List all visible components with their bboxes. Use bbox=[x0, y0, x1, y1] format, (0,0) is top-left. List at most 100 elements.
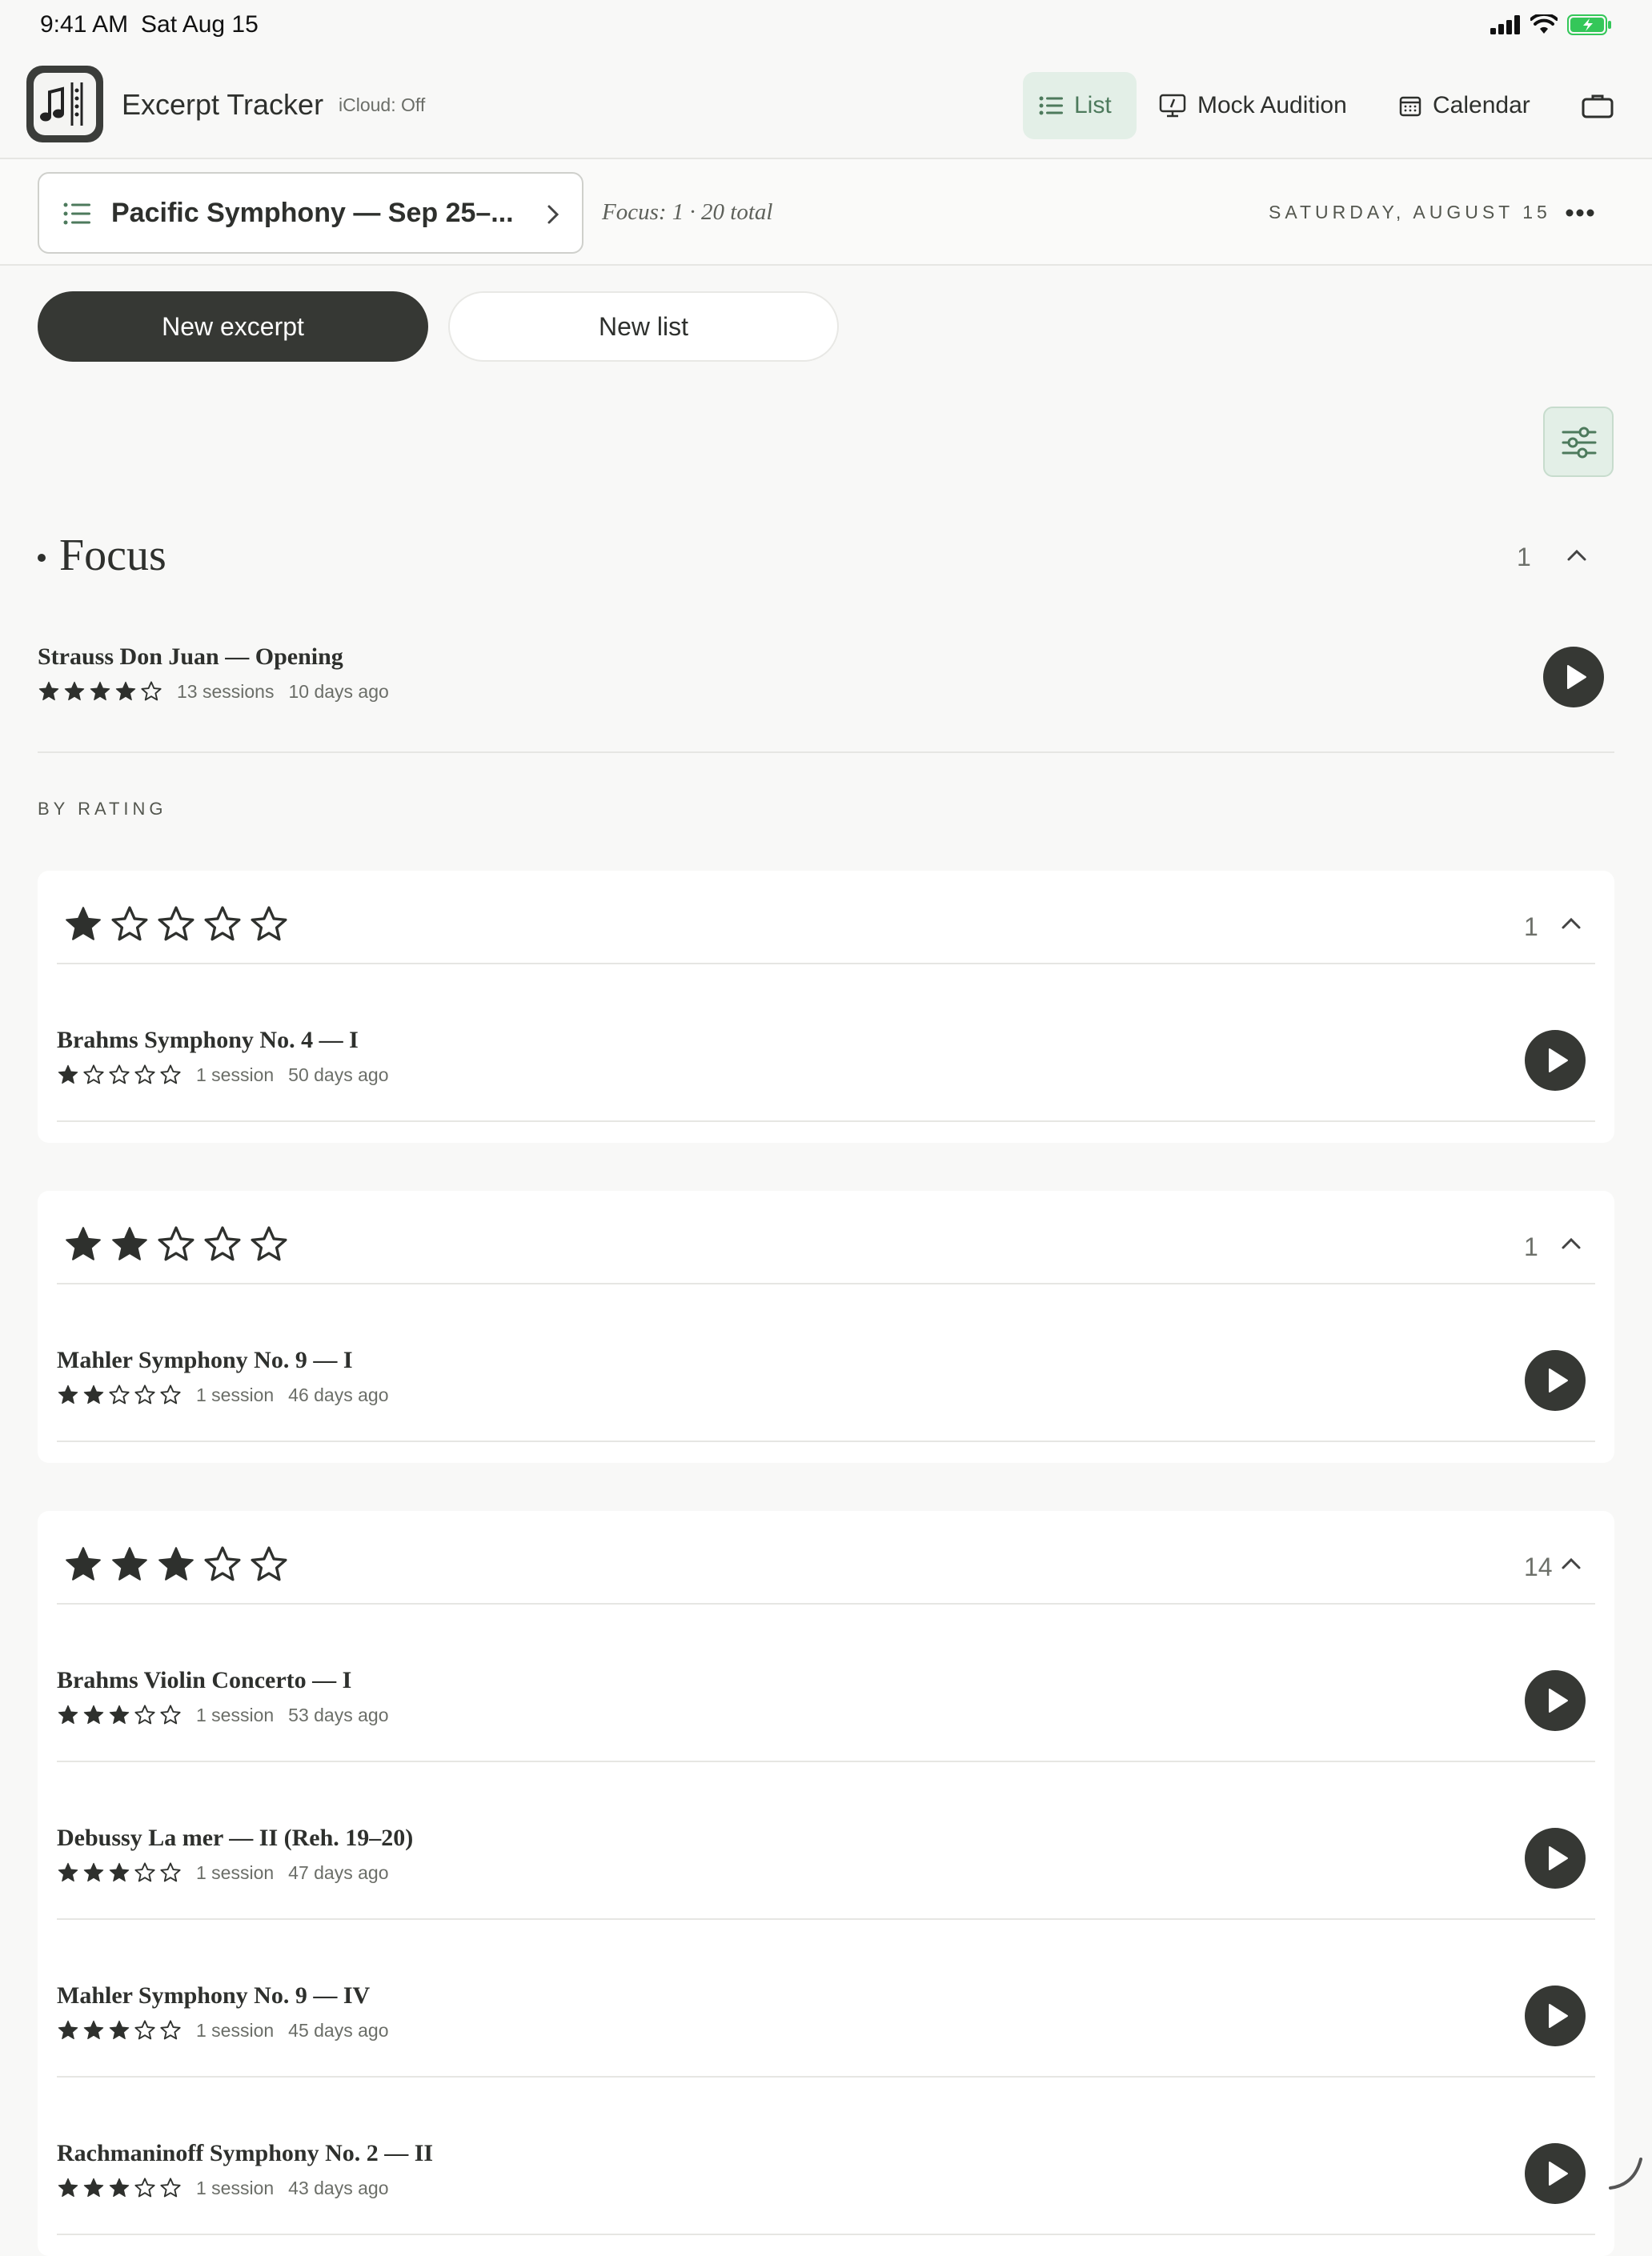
play-button[interactable] bbox=[1543, 647, 1604, 707]
section-divider bbox=[38, 751, 1614, 753]
play-button[interactable] bbox=[1525, 1350, 1586, 1411]
row-divider bbox=[57, 2076, 1595, 2078]
excerpt-title[interactable]: Mahler Symphony No. 9 — IV bbox=[57, 1982, 370, 2010]
status-bar: 9:41 AM Sat Aug 15 bbox=[0, 0, 1652, 50]
last-practiced: 46 days ago bbox=[288, 1384, 389, 1405]
tab-list-label: List bbox=[1074, 92, 1112, 118]
rating-stars bbox=[38, 680, 162, 703]
app-icon bbox=[26, 66, 103, 142]
star-empty-icon bbox=[109, 1384, 130, 1404]
status-indicators bbox=[1490, 14, 1612, 35]
tab-mock-audition[interactable]: Mock Audition bbox=[1159, 72, 1347, 139]
new-list-button[interactable]: New list bbox=[448, 291, 839, 362]
group-header-divider bbox=[57, 1283, 1595, 1284]
chevron-right-icon bbox=[547, 205, 559, 224]
play-button[interactable] bbox=[1525, 1030, 1586, 1091]
star-filled-icon bbox=[58, 1705, 78, 1725]
last-practiced: 43 days ago bbox=[288, 2177, 389, 2198]
row-divider bbox=[57, 1120, 1595, 1122]
rating-stars bbox=[57, 1384, 182, 1406]
star-empty-icon bbox=[251, 1546, 287, 1581]
star-empty-icon bbox=[134, 1862, 155, 1882]
play-button[interactable] bbox=[1525, 1670, 1586, 1731]
group-count: 14 bbox=[1524, 1553, 1553, 1581]
last-practiced: 53 days ago bbox=[288, 1704, 389, 1725]
rating-stars bbox=[57, 1861, 182, 1884]
group-rating-stars bbox=[63, 904, 289, 944]
excerpt-title[interactable]: Brahms Symphony No. 4 — I bbox=[57, 1027, 359, 1054]
icloud-status: iCloud: Off bbox=[339, 94, 426, 115]
resize-handle-icon bbox=[1609, 2158, 1642, 2190]
star-filled-icon bbox=[58, 1384, 78, 1404]
excerpt-meta: 1 session 46 days ago bbox=[57, 1384, 389, 1406]
status-time: 9:41 AM bbox=[40, 11, 129, 38]
play-button[interactable] bbox=[1525, 1828, 1586, 1889]
battery-charging-icon bbox=[1567, 14, 1611, 35]
last-practiced: 45 days ago bbox=[288, 2019, 389, 2041]
excerpt-title[interactable]: Brahms Violin Concerto — I bbox=[57, 1667, 351, 1694]
row-divider bbox=[57, 1761, 1595, 1762]
star-filled-icon bbox=[83, 1384, 104, 1404]
play-icon bbox=[1549, 1368, 1568, 1392]
row-divider bbox=[57, 1441, 1595, 1442]
star-empty-icon bbox=[251, 906, 287, 941]
list-toolbar: Pacific Symphony — Sep 25–... Focus: 1 ·… bbox=[0, 159, 1652, 266]
cellular-icon bbox=[1490, 15, 1520, 34]
star-empty-icon bbox=[134, 1384, 155, 1404]
tab-calendar-label: Calendar bbox=[1433, 92, 1530, 118]
star-filled-icon bbox=[109, 1705, 130, 1725]
session-count: 1 session bbox=[196, 1861, 275, 1883]
session-count: 13 sessions bbox=[177, 680, 275, 702]
star-empty-icon bbox=[111, 906, 148, 941]
group-count: 1 bbox=[1524, 912, 1538, 941]
play-button[interactable] bbox=[1525, 2143, 1586, 2204]
briefcase-icon bbox=[1582, 94, 1614, 118]
tab-calendar[interactable]: Calendar bbox=[1399, 72, 1530, 139]
focus-count: 1 bbox=[1517, 543, 1531, 571]
star-filled-icon bbox=[83, 2020, 104, 2040]
star-filled-icon bbox=[109, 1862, 130, 1882]
filter-button[interactable] bbox=[1543, 407, 1614, 477]
last-practiced: 50 days ago bbox=[288, 1064, 389, 1085]
chevron-up-icon[interactable] bbox=[1561, 1237, 1582, 1250]
star-filled-icon bbox=[90, 681, 110, 701]
star-empty-icon bbox=[109, 1064, 130, 1084]
session-count: 1 session bbox=[196, 2019, 275, 2041]
group-header-divider bbox=[57, 963, 1595, 964]
group-rating-stars bbox=[63, 1224, 289, 1264]
rating-group-card: 1 Mahler Symphony No. 9 — I 1 session 46 da… bbox=[38, 1191, 1614, 1463]
more-icon[interactable] bbox=[1566, 209, 1594, 217]
excerpt-title[interactable]: Rachmaninoff Symphony No. 2 — II bbox=[57, 2140, 433, 2167]
row-divider bbox=[57, 1918, 1595, 1920]
star-empty-icon bbox=[134, 1705, 155, 1725]
star-empty-icon bbox=[204, 1226, 241, 1261]
new-excerpt-button[interactable]: New excerpt bbox=[38, 291, 428, 362]
star-empty-icon bbox=[158, 1226, 194, 1261]
excerpt-title[interactable]: Mahler Symphony No. 9 — I bbox=[57, 1347, 353, 1374]
star-empty-icon bbox=[134, 2178, 155, 2198]
chevron-up-icon[interactable] bbox=[1561, 917, 1582, 930]
group-count: 1 bbox=[1524, 1232, 1538, 1261]
tab-list[interactable]: List bbox=[1023, 72, 1137, 139]
star-filled-icon bbox=[112, 1227, 147, 1260]
excerpt-meta: 1 session 45 days ago bbox=[57, 2019, 389, 2042]
list-picker-button[interactable]: Pacific Symphony — Sep 25–... bbox=[38, 172, 583, 254]
star-filled-icon bbox=[58, 2020, 78, 2040]
star-filled-icon bbox=[158, 1547, 194, 1581]
chevron-up-icon[interactable] bbox=[1561, 1557, 1582, 1570]
music-note-icon bbox=[40, 82, 83, 126]
excerpt-meta: 1 session 47 days ago bbox=[57, 1861, 389, 1884]
star-filled-icon bbox=[109, 2020, 130, 2040]
excerpt-meta: 1 session 43 days ago bbox=[57, 2177, 389, 2199]
play-button[interactable] bbox=[1525, 1986, 1586, 2046]
excerpt-title[interactable]: Debussy La mer — II (Reh. 19–20) bbox=[57, 1825, 413, 1852]
star-empty-icon bbox=[134, 2020, 155, 2040]
star-empty-icon bbox=[160, 1705, 181, 1725]
briefcase-button[interactable] bbox=[1582, 72, 1614, 139]
chevron-up-icon[interactable] bbox=[1566, 549, 1587, 562]
focus-bullet bbox=[38, 554, 46, 562]
excerpt-title[interactable]: Strauss Don Juan — Opening bbox=[38, 643, 343, 671]
calendar-icon bbox=[1399, 96, 1421, 117]
list-icon bbox=[1039, 96, 1063, 115]
star-empty-icon bbox=[251, 1226, 287, 1261]
